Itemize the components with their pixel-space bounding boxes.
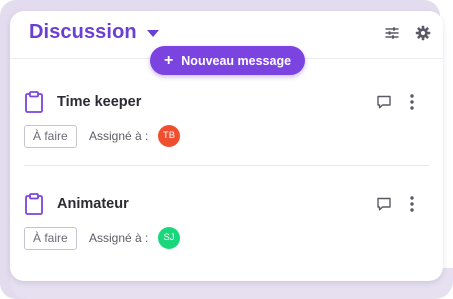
status-badge: À faire: [24, 227, 77, 250]
divider: [24, 165, 429, 166]
comment-icon[interactable]: [376, 196, 392, 212]
discussion-title-dropdown[interactable]: Discussion: [29, 21, 159, 44]
chevron-down-icon: [146, 30, 159, 37]
gear-icon[interactable]: [415, 25, 431, 41]
page-title: Discussion: [29, 21, 137, 43]
task-title: Time keeper: [57, 94, 142, 110]
task-title: Animateur: [57, 196, 129, 212]
assigned-label: Assigné à :: [89, 231, 149, 245]
sliders-icon[interactable]: [384, 25, 400, 41]
avatar[interactable]: SJ: [158, 227, 180, 249]
plus-icon: +: [163, 51, 174, 69]
comment-icon[interactable]: [376, 94, 392, 110]
clipboard-icon: [25, 91, 43, 113]
new-message-label: Nouveau message: [181, 53, 292, 68]
assigned-label: Assigné à :: [89, 129, 149, 143]
new-message-button[interactable]: + Nouveau message: [150, 46, 305, 75]
discussion-card: Discussion + Nouveau message Time keeper…: [10, 11, 443, 281]
avatar[interactable]: TB: [158, 125, 180, 147]
status-badge: À faire: [24, 125, 77, 148]
more-vertical-icon[interactable]: [408, 195, 416, 213]
more-vertical-icon[interactable]: [408, 93, 416, 111]
clipboard-icon: [25, 193, 43, 215]
